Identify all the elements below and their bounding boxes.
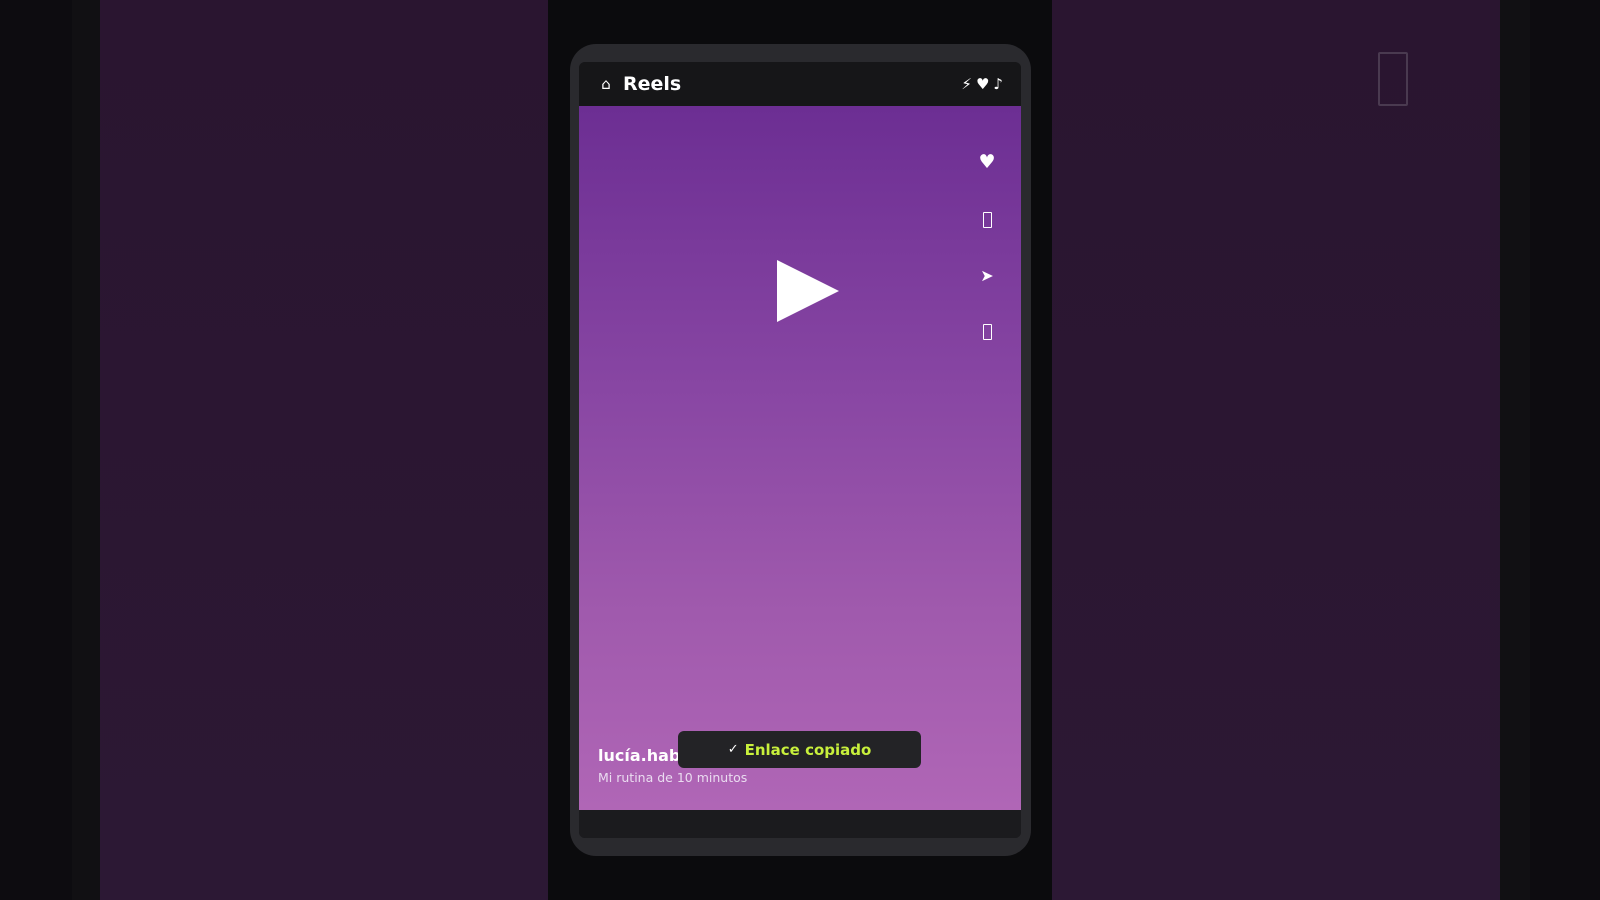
comment-button[interactable] (973, 206, 1001, 234)
send-icon: ➤ (980, 265, 994, 285)
music-icon[interactable]: ♪ (993, 75, 1003, 93)
bookmark-icon (982, 324, 992, 340)
right-blurred-backdrop (1052, 0, 1500, 900)
check-icon: ✓ (727, 742, 739, 757)
top-bar: ⌂ Reels ⚡ ♥ ♪ (579, 62, 1021, 106)
toast-message: Enlace copiado (744, 740, 872, 759)
bottom-bar (579, 810, 1021, 838)
play-icon[interactable] (777, 260, 839, 322)
top-icons: ⚡ ♥ ♪ (961, 62, 1003, 106)
phone-screen: ⌂ Reels ⚡ ♥ ♪ ♥ ➤ lucía.hab Mi rutina de… (579, 62, 1021, 838)
author-name[interactable]: lucía.hab (598, 746, 680, 765)
like-button[interactable]: ♥ (973, 148, 1001, 176)
save-button[interactable] (973, 318, 1001, 346)
home-icon[interactable]: ⌂ (597, 75, 615, 93)
reels-viewer: ⌂ Reels ⚡ ♥ ♪ ♥ ➤ lucía.hab Mi rutina de… (0, 0, 1600, 900)
placeholder-icon (1378, 52, 1408, 106)
reel-video[interactable]: ♥ ➤ lucía.hab Mi rutina de 10 minutos ✓ … (579, 106, 1021, 810)
reel-caption: Mi rutina de 10 minutos (598, 770, 748, 785)
flash-icon[interactable]: ⚡ (961, 75, 972, 93)
left-edge (72, 0, 100, 900)
right-edge (1500, 0, 1530, 900)
heart-icon[interactable]: ♥ (976, 75, 989, 93)
page-title: Reels (623, 73, 682, 95)
left-blurred-backdrop (100, 0, 548, 900)
heart-icon: ♥ (978, 151, 996, 173)
toast-notification: ✓ Enlace copiado (678, 731, 921, 768)
comment-icon (982, 212, 992, 228)
share-button[interactable]: ➤ (973, 261, 1001, 289)
